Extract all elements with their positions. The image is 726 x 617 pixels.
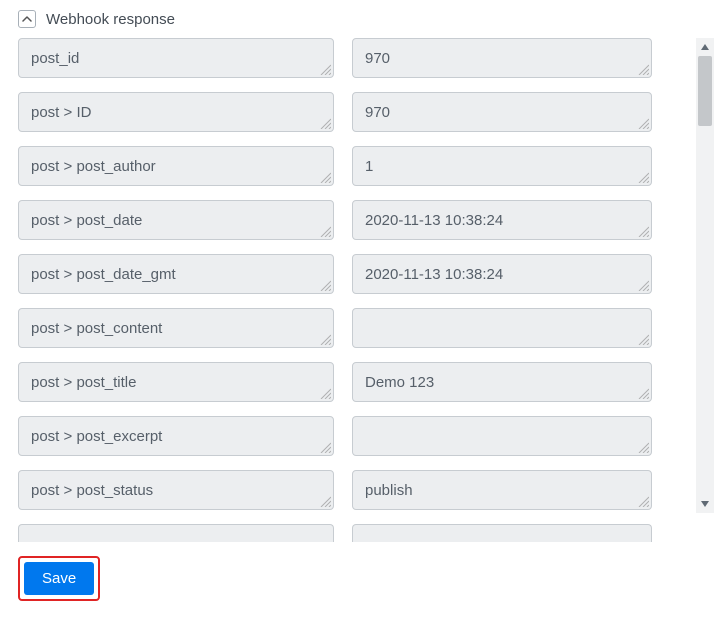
field-value-text: Demo 123 — [365, 374, 434, 391]
triangle-down-icon — [700, 499, 710, 509]
response-rows: post_id 970 post > ID 970 post > post_au… — [18, 38, 688, 542]
scrollbar-track[interactable] — [696, 56, 714, 495]
scroll-down-arrow[interactable] — [696, 495, 714, 513]
field-key[interactable]: post > post_title — [18, 362, 334, 402]
field-value-text: 1 — [365, 158, 373, 175]
field-key[interactable]: post > post_author — [18, 146, 334, 186]
field-value[interactable] — [352, 308, 652, 348]
field-key-text: post > post_excerpt — [31, 428, 162, 445]
field-key[interactable]: post > post_date_gmt — [18, 254, 334, 294]
resize-grip-icon — [637, 279, 649, 291]
field-value[interactable]: 1 — [352, 146, 652, 186]
resize-grip-icon — [637, 117, 649, 129]
table-row: post > post_status publish — [18, 470, 688, 510]
table-row: post_id 970 — [18, 38, 688, 78]
collapse-toggle[interactable] — [18, 10, 36, 28]
table-row: post > ID 970 — [18, 92, 688, 132]
section-title: Webhook response — [46, 11, 175, 28]
resize-grip-icon — [319, 495, 331, 507]
field-key-text: post > post_date_gmt — [31, 266, 176, 283]
chevron-up-icon — [22, 14, 32, 24]
save-highlight: Save — [18, 556, 100, 601]
table-row: post > post_content — [18, 308, 688, 348]
resize-grip-icon — [637, 441, 649, 453]
field-value[interactable]: 970 — [352, 38, 652, 78]
scroll-up-arrow[interactable] — [696, 38, 714, 56]
section-header: Webhook response — [18, 10, 714, 28]
field-value-text: publish — [365, 482, 413, 499]
field-value[interactable]: 970 — [352, 92, 652, 132]
resize-grip-icon — [319, 333, 331, 345]
table-row: post > post_excerpt — [18, 416, 688, 456]
table-row — [18, 524, 688, 542]
field-key-text: post > ID — [31, 104, 91, 121]
field-value[interactable]: 2020-11-13 10:38:24 — [352, 254, 652, 294]
field-value[interactable]: publish — [352, 470, 652, 510]
field-value[interactable] — [352, 416, 652, 456]
table-row: post > post_date 2020-11-13 10:38:24 — [18, 200, 688, 240]
field-value-text: 2020-11-13 10:38:24 — [365, 266, 503, 283]
resize-grip-icon — [319, 387, 331, 399]
field-key[interactable]: post > post_excerpt — [18, 416, 334, 456]
vertical-scrollbar[interactable] — [696, 38, 714, 513]
table-row: post > post_title Demo 123 — [18, 362, 688, 402]
resize-grip-icon — [319, 117, 331, 129]
field-key[interactable]: post > post_content — [18, 308, 334, 348]
field-value[interactable]: 2020-11-13 10:38:24 — [352, 200, 652, 240]
resize-grip-icon — [319, 171, 331, 183]
field-key-text: post_id — [31, 50, 79, 67]
field-key[interactable]: post_id — [18, 38, 334, 78]
field-value-text: 2020-11-13 10:38:24 — [365, 212, 503, 229]
resize-grip-icon — [319, 63, 331, 75]
field-key[interactable]: post > post_date — [18, 200, 334, 240]
scrollbar-thumb[interactable] — [698, 56, 712, 126]
field-value[interactable]: Demo 123 — [352, 362, 652, 402]
triangle-up-icon — [700, 42, 710, 52]
resize-grip-icon — [637, 63, 649, 75]
table-row: post > post_author 1 — [18, 146, 688, 186]
field-key-text: post > post_date — [31, 212, 142, 229]
field-key-text: post > post_status — [31, 482, 153, 499]
resize-grip-icon — [637, 333, 649, 345]
field-key[interactable] — [18, 524, 334, 542]
save-button[interactable]: Save — [24, 562, 94, 595]
table-row: post > post_date_gmt 2020-11-13 10:38:24 — [18, 254, 688, 294]
field-key[interactable]: post > ID — [18, 92, 334, 132]
field-key-text: post > post_title — [31, 374, 136, 391]
resize-grip-icon — [637, 495, 649, 507]
field-key[interactable]: post > post_status — [18, 470, 334, 510]
resize-grip-icon — [637, 225, 649, 237]
resize-grip-icon — [637, 171, 649, 183]
resize-grip-icon — [319, 441, 331, 453]
field-key-text: post > post_author — [31, 158, 156, 175]
field-value-text: 970 — [365, 104, 390, 121]
field-value[interactable] — [352, 524, 652, 542]
field-key-text: post > post_content — [31, 320, 162, 337]
field-value-text: 970 — [365, 50, 390, 67]
resize-grip-icon — [637, 387, 649, 399]
resize-grip-icon — [319, 225, 331, 237]
resize-grip-icon — [319, 279, 331, 291]
webhook-response-scroll-area: post_id 970 post > ID 970 post > post_au… — [18, 38, 714, 542]
